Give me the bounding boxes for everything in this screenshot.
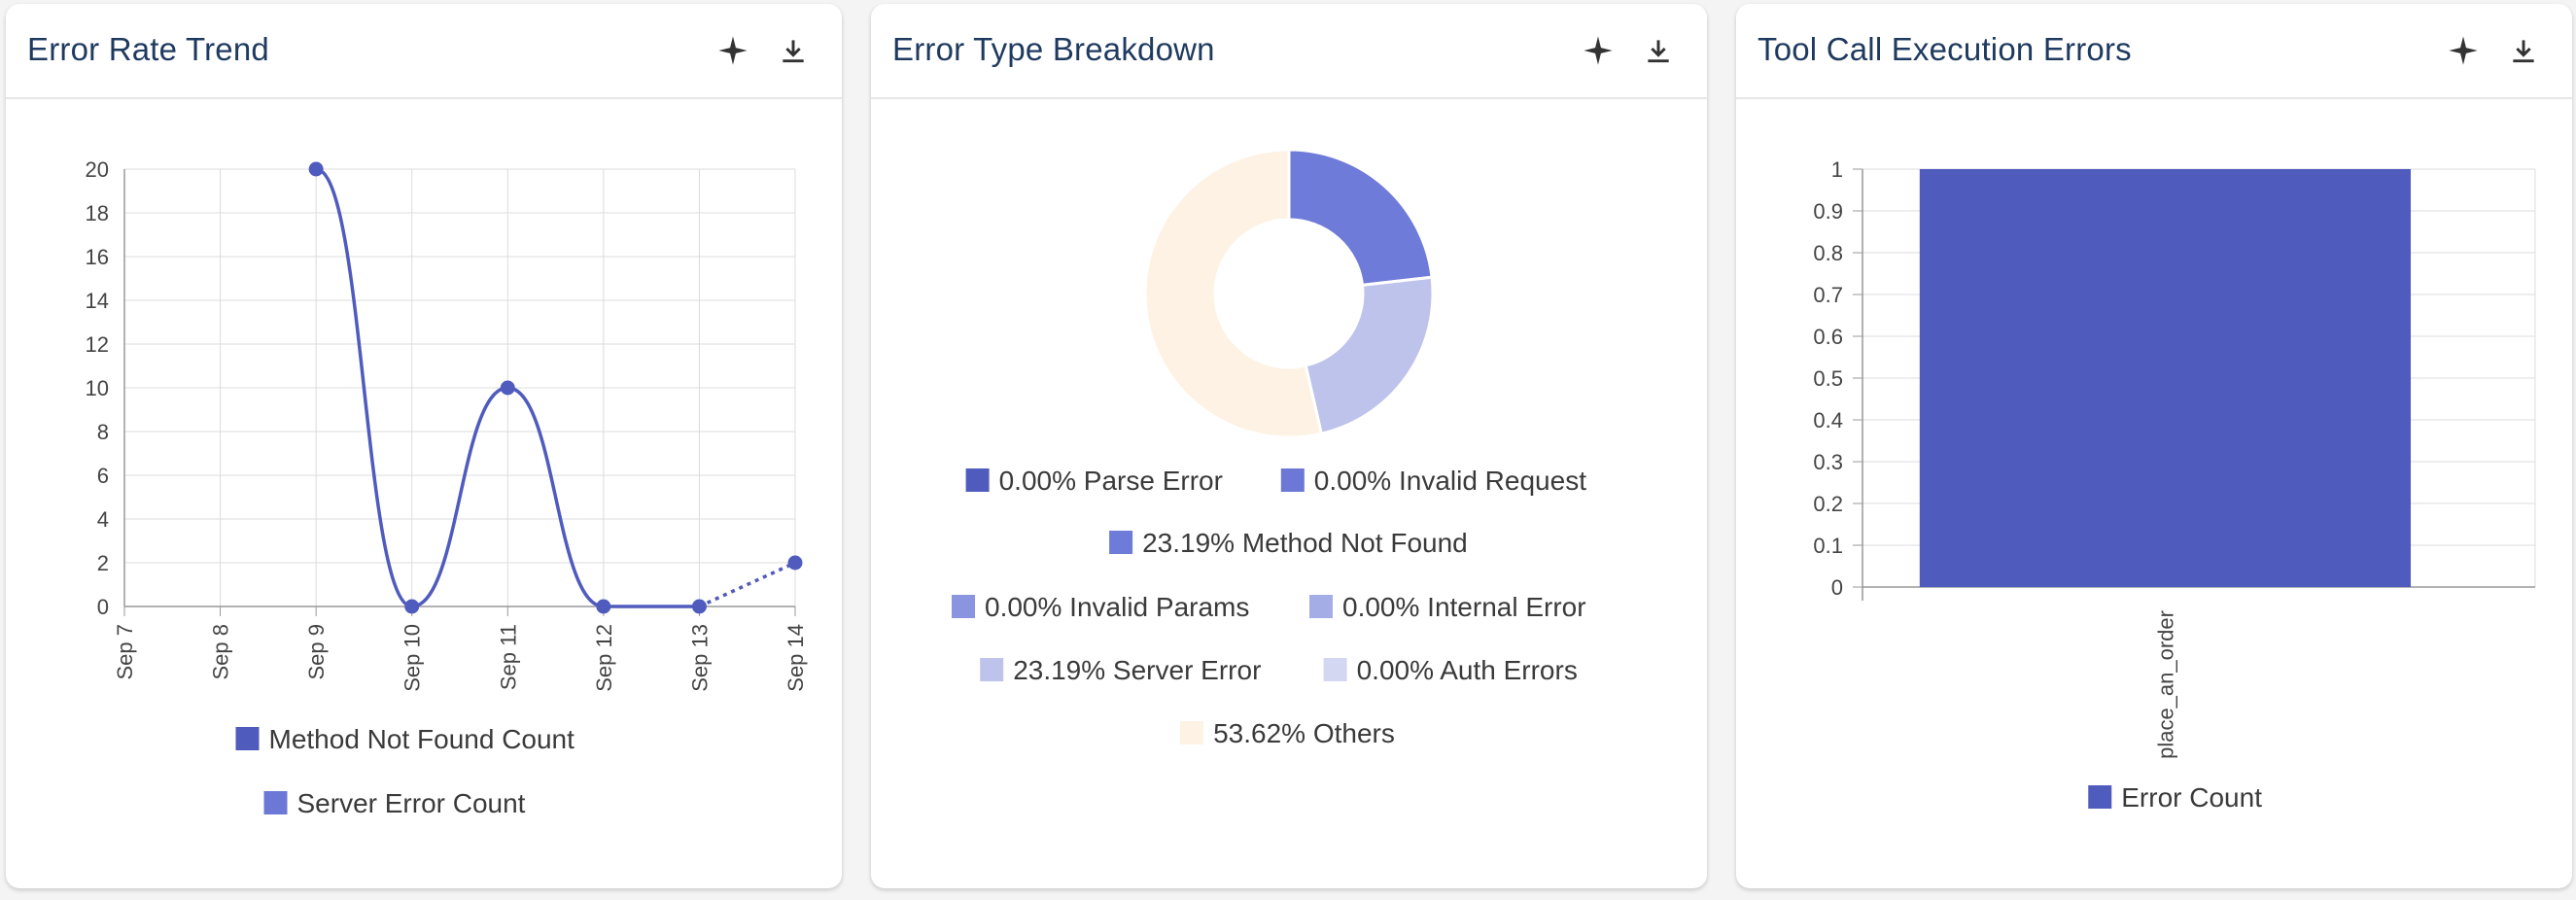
grid: [123, 168, 796, 607]
data-point: [596, 599, 611, 614]
x-tick-label: Sep 14: [783, 624, 808, 692]
data-point: [691, 599, 707, 614]
sparkle-icon[interactable]: [712, 29, 754, 72]
y-tick-label: 16: [86, 245, 109, 269]
legend-swatch: [1280, 468, 1305, 492]
legend-swatch: [263, 791, 288, 814]
y-tick-label: 18: [86, 201, 109, 225]
card-header: Error Rate Trend: [6, 4, 842, 99]
y-tick-label: 0.4: [1813, 408, 1843, 433]
y-tick-label: 14: [86, 289, 109, 313]
y-tick-label: 0: [1831, 575, 1843, 600]
x-tick-label: Sep 7: [113, 624, 137, 680]
y-tick-label: 0: [97, 595, 109, 619]
y-tick-label: 0.6: [1813, 325, 1843, 349]
sparkle-icon[interactable]: [1577, 29, 1619, 72]
y-tick-label: 0.9: [1813, 199, 1843, 224]
legend-label: 23.19% Server Error: [1013, 655, 1261, 685]
data-point: [787, 555, 803, 571]
line-chart: 0 2 4 6 8 10 12 14 16 18 20 Sep 7 Sep 8 Sep 9 Sep 10 Se…: [86, 157, 808, 818]
y-tick-label: 8: [97, 420, 109, 444]
legend-swatch: [965, 468, 990, 492]
y-tick-label: 12: [86, 332, 109, 357]
download-icon[interactable]: [2502, 29, 2545, 72]
error-rate-trend-card: Error Rate Trend 0 2 4 6 8 10 12 14 16 18 20 Sep 7 S…: [6, 4, 842, 888]
legend-label: Server Error Count: [297, 788, 526, 818]
y-tick-label: 0.3: [1813, 450, 1843, 474]
legend-label: 53.62% Others: [1213, 718, 1395, 748]
y-tick-label: 0.1: [1813, 534, 1843, 558]
data-point: [308, 161, 324, 177]
y-tick-label: 0.5: [1813, 366, 1843, 391]
card-header: Tool Call Execution Errors: [1736, 4, 2572, 99]
legend-swatch: [235, 727, 260, 750]
y-tick-label: 2: [97, 551, 109, 575]
x-tick-label: Sep 13: [687, 624, 712, 692]
x-tick-label: Sep 9: [304, 624, 329, 680]
download-icon[interactable]: [1637, 29, 1680, 72]
card-title: Tool Call Execution Errors: [1758, 31, 2132, 67]
card-header: Error Type Breakdown: [871, 4, 1707, 99]
tool-call-errors-card: Tool Call Execution Errors 0 0.1 0.2 0.3 0.4…: [1736, 4, 2572, 888]
x-tick-label: Sep 10: [400, 624, 425, 692]
bar: [1919, 169, 2411, 587]
x-tick-label: Sep 8: [209, 624, 233, 680]
legend-swatch: [2088, 785, 2112, 809]
y-tick-label: 0.8: [1813, 241, 1843, 265]
donut-slice: [1287, 148, 1434, 288]
y-tick-label: 6: [97, 464, 109, 488]
series-line-projection: [698, 561, 796, 608]
legend-swatch: [980, 658, 1004, 681]
legend-swatch: [952, 595, 975, 618]
legend-label: 0.00% Parse Error: [999, 466, 1223, 496]
y-tick-label: 20: [86, 157, 109, 182]
donut-chart: 0.00% Parse Error 0.00% Invalid Request 23…: [952, 148, 1586, 748]
x-tick-label: place_an_order: [2153, 610, 2177, 759]
legend-label: 0.00% Invalid Params: [985, 592, 1249, 622]
legend-label: Error Count: [2121, 782, 2262, 813]
bar-chart: 0 0.1 0.2 0.3 0.4 0.5 0.6 0.7 0.8 0.9 1 place_an_or…: [1813, 157, 2536, 813]
download-icon[interactable]: [772, 29, 815, 72]
legend-swatch: [1180, 721, 1204, 744]
sparkle-icon[interactable]: [2442, 29, 2485, 72]
legend-swatch: [1309, 595, 1333, 618]
legend-label: 23.19% Method Not Found: [1142, 528, 1468, 558]
legend-label: 0.00% Internal Error: [1342, 592, 1586, 622]
data-point: [500, 380, 515, 396]
x-tick-label: Sep 11: [496, 624, 520, 690]
y-tick-label: 0.7: [1813, 283, 1843, 307]
legend-label: Method Not Found Count: [269, 724, 575, 754]
error-type-breakdown-card: Error Type Breakdown 0.00% Parse Error 0.…: [871, 4, 1707, 888]
y-tick-label: 0.2: [1813, 492, 1843, 516]
legend-label: 0.00% Auth Errors: [1357, 655, 1578, 685]
card-title: Error Type Breakdown: [892, 31, 1215, 67]
donut-slice: [1304, 275, 1435, 435]
data-point: [404, 599, 420, 614]
x-tick-label: Sep 12: [592, 624, 616, 692]
y-tick-label: 1: [1831, 157, 1843, 182]
card-title: Error Rate Trend: [27, 31, 269, 67]
legend-label: 0.00% Invalid Request: [1314, 466, 1586, 496]
legend-swatch: [1109, 531, 1133, 554]
y-tick-label: 4: [97, 507, 109, 532]
y-tick-label: 10: [86, 376, 109, 400]
legend-swatch: [1323, 658, 1347, 681]
